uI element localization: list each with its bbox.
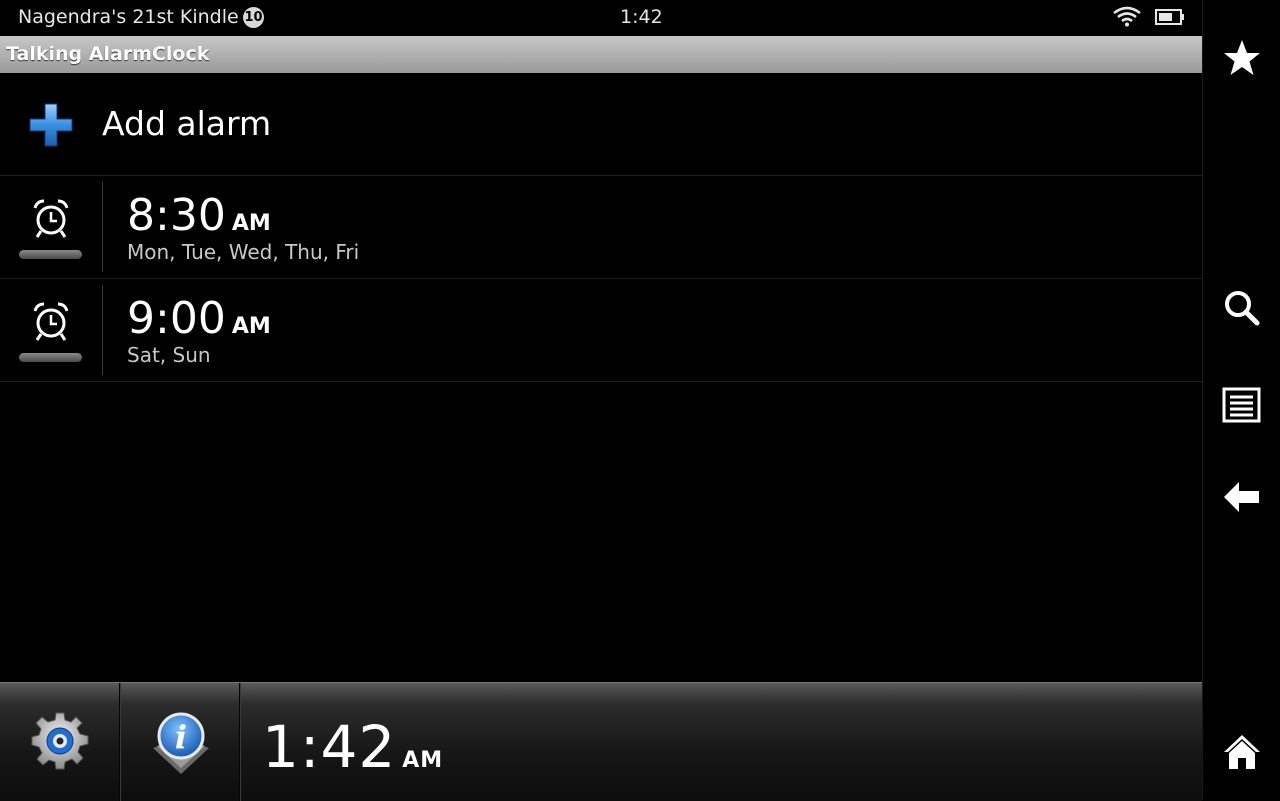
search-button[interactable] [1203, 273, 1280, 333]
notification-badge[interactable]: 10 [243, 7, 264, 28]
bottom-bar: i 1:42 AM [0, 682, 1202, 801]
favorites-button[interactable] [1203, 23, 1280, 83]
right-nav-bar [1202, 0, 1280, 800]
settings-gear-icon [31, 712, 89, 770]
info-button[interactable]: i [120, 683, 240, 801]
alarm-off-indicator [19, 250, 82, 259]
add-alarm-button[interactable]: Add alarm [0, 73, 1202, 176]
svg-text:i: i [175, 718, 187, 756]
alarm-days: Sat, Sun [127, 343, 211, 367]
status-bar: Nagendra's 21st Kindle 10 1:42 [0, 0, 1202, 36]
alarm-time: 9:00 AM [127, 293, 271, 344]
alarm-off-indicator [19, 353, 82, 362]
search-icon [1225, 291, 1260, 326]
alarm-time-value: 9:00 [127, 293, 226, 344]
alarm-toggle[interactable] [0, 176, 102, 278]
menu-list-icon [1222, 387, 1261, 423]
favorites-star-icon [1224, 40, 1260, 75]
alarm-clock-icon [33, 199, 69, 238]
alarm-toggle[interactable] [0, 279, 102, 381]
back-button[interactable] [1203, 464, 1280, 524]
alarm-days: Mon, Tue, Wed, Thu, Fri [127, 240, 360, 264]
wifi-icon [1113, 6, 1141, 27]
menu-button[interactable] [1203, 371, 1280, 431]
alarm-row[interactable]: 8:30 AM Mon, Tue, Wed, Thu, Fri [0, 176, 1202, 279]
divider [102, 285, 103, 375]
app-title: Talking AlarmClock [6, 43, 210, 65]
alarm-time: 8:30 AM [127, 190, 271, 241]
device-name: Nagendra's 21st Kindle [18, 6, 239, 28]
settings-button[interactable] [0, 683, 120, 801]
home-icon [1224, 735, 1260, 769]
digital-clock-time: 1:42 [262, 713, 397, 781]
digital-clock-ampm: AM [402, 748, 444, 773]
battery-icon [1155, 9, 1184, 25]
status-time: 1:42 [620, 6, 663, 28]
divider [102, 182, 103, 272]
add-alarm-label: Add alarm [102, 104, 272, 143]
home-button[interactable] [1203, 718, 1280, 778]
alarm-row[interactable]: 9:00 AM Sat, Sun [0, 279, 1202, 382]
info-icon: i [153, 712, 209, 774]
plus-icon [29, 103, 73, 147]
digital-clock: 1:42 AM [262, 713, 443, 781]
alarm-time-value: 8:30 [127, 190, 226, 241]
alarm-ampm: AM [231, 211, 271, 236]
alarm-ampm: AM [231, 314, 271, 339]
title-bar: Talking AlarmClock [0, 36, 1202, 73]
back-arrow-icon [1224, 482, 1259, 512]
alarm-clock-icon [33, 302, 69, 341]
